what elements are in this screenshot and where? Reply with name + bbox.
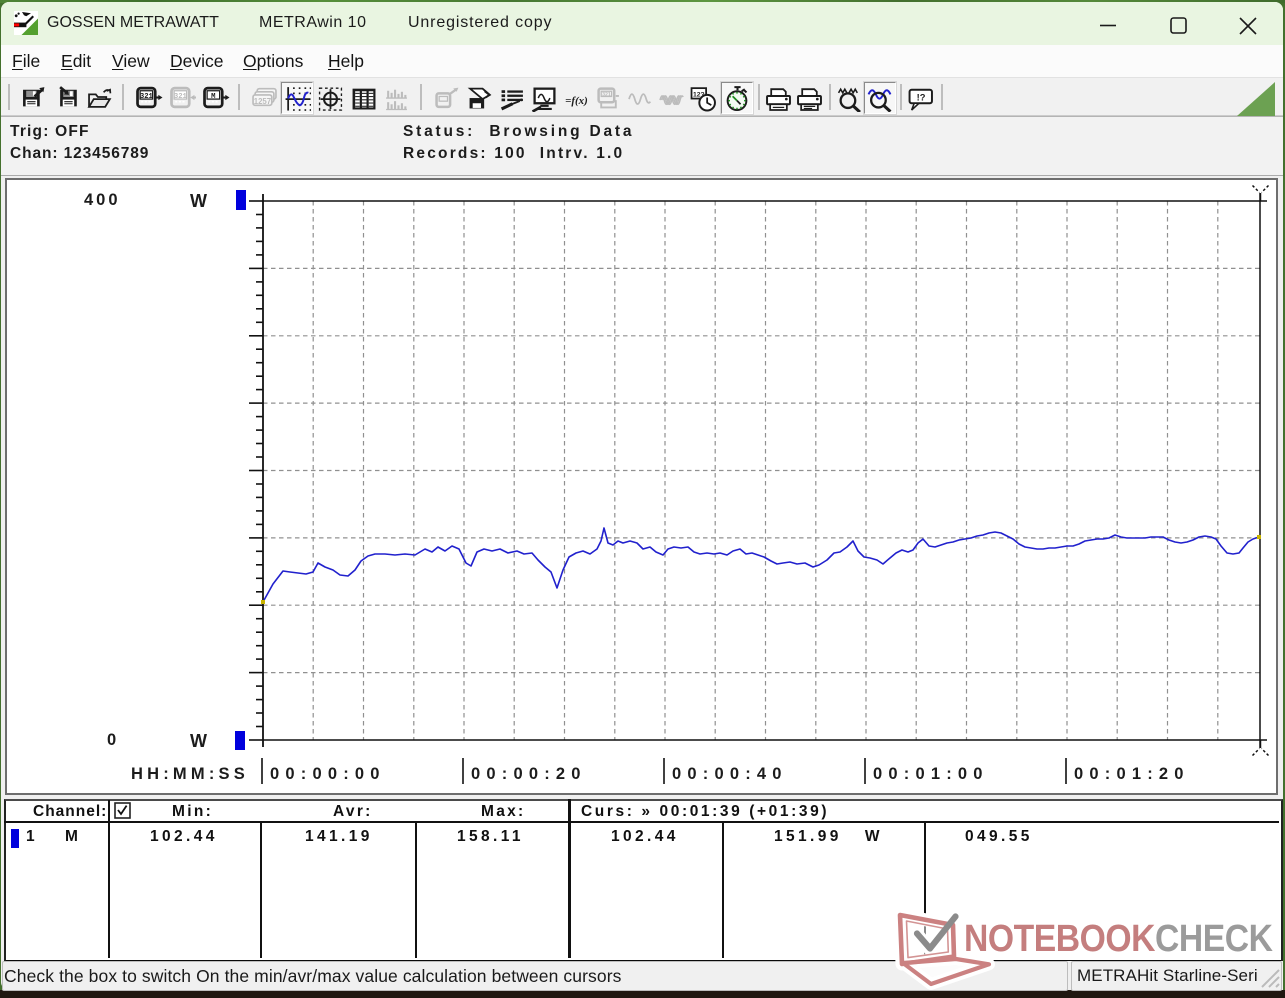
- svg-text:=f(x): =f(x): [565, 95, 588, 107]
- svg-text:1257: 1257: [254, 97, 271, 106]
- svg-text:321: 321: [602, 92, 611, 98]
- svg-text:321: 321: [140, 93, 154, 101]
- svg-text:M: M: [211, 93, 216, 101]
- svg-text:321: 321: [174, 93, 188, 101]
- svg-text:!?: !?: [917, 93, 926, 103]
